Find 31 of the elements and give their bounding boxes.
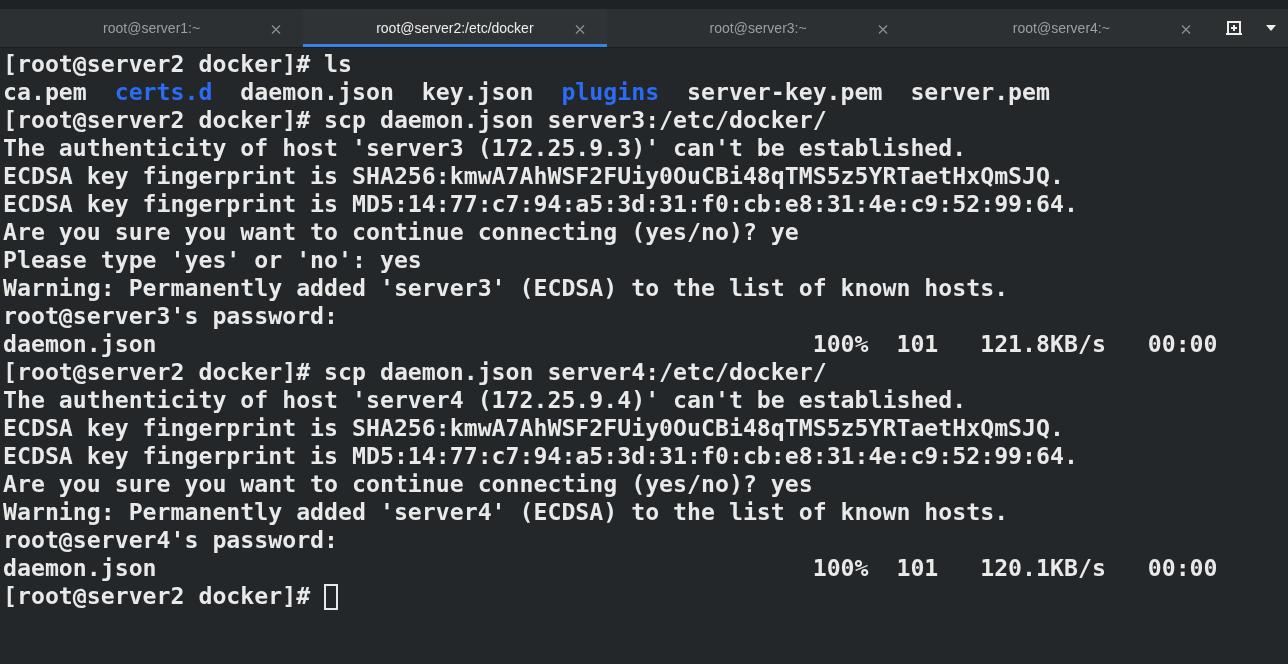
file-name: server-key.pem — [687, 78, 883, 105]
file-name: daemon.json — [240, 78, 394, 105]
terminal-line: ECDSA key fingerprint is MD5:14:77:c7:94:a5:3d:31:f0:cb:e8:31:4e:c9:52:99:64. — [3, 442, 1078, 469]
prompt-text: [root@server2 docker]# — [3, 582, 311, 609]
terminal-line: Warning: Permanently added 'server4' (ECDSA) to the list of known hosts. — [3, 498, 1009, 525]
directory-name: certs.d — [114, 78, 213, 105]
terminal-line: Are you sure you want to continue connecting (yes/no)? ye — [3, 218, 799, 245]
file-name: ca.pem — [3, 78, 87, 105]
file-name: key.json — [421, 78, 534, 105]
terminal-line: [root@server2 docker]# ls — [3, 50, 352, 77]
terminal-line: ECDSA key fingerprint is SHA256:kmwA7AhWSF2FUiy0OuCBi48qTMS5z5YRTaetHxQmSJQ. — [3, 414, 1064, 441]
directory-name: plugins — [561, 78, 660, 105]
terminal-line: [root@server2 docker]# scp daemon.json server3:/etc/docker/ — [3, 106, 827, 133]
terminal-line: Please type 'yes' or 'no': yes — [3, 246, 422, 273]
terminal-line: root@server4's password: — [3, 526, 339, 553]
file-name: server.pem — [910, 78, 1050, 105]
terminal-line: Warning: Permanently added 'server3' (ECDSA) to the list of known hosts. — [3, 274, 1009, 301]
new-tab-icon[interactable] — [1224, 20, 1243, 36]
terminal-tab[interactable]: root@server1:~ — [0, 9, 304, 47]
terminal-line: Are you sure you want to continue connecting (yes/no)? yes — [3, 470, 813, 497]
terminal-line: ECDSA key fingerprint is SHA256:kmwA7AhWSF2FUiy0OuCBi48qTMS5z5YRTaetHxQmSJQ. — [3, 162, 1064, 189]
terminal-line: The authenticity of host 'server3 (172.25.9.3)' can't be established. — [3, 134, 967, 161]
terminal-line: daemon.json 100% 101 121.8KB/s 00:00 — [3, 330, 1218, 357]
terminal-line: ECDSA key fingerprint is MD5:14:77:c7:94:a5:3d:31:f0:cb:e8:31:4e:c9:52:99:64. — [3, 190, 1078, 217]
terminal-line: root@server3's password: — [3, 302, 339, 329]
terminal-tab[interactable]: root@server3:~ — [606, 9, 910, 47]
terminal-line: daemon.json 100% 101 120.1KB/s 00:00 — [3, 554, 1218, 581]
terminal-line: [root@server2 docker]# scp daemon.json server4:/etc/docker/ — [3, 358, 827, 385]
terminal-tab[interactable]: root@server4:~ — [909, 9, 1213, 47]
terminal-line: The authenticity of host 'server4 (172.25.9.4)' can't be established. — [3, 386, 967, 413]
dropdown-caret-icon[interactable] — [1266, 25, 1277, 31]
